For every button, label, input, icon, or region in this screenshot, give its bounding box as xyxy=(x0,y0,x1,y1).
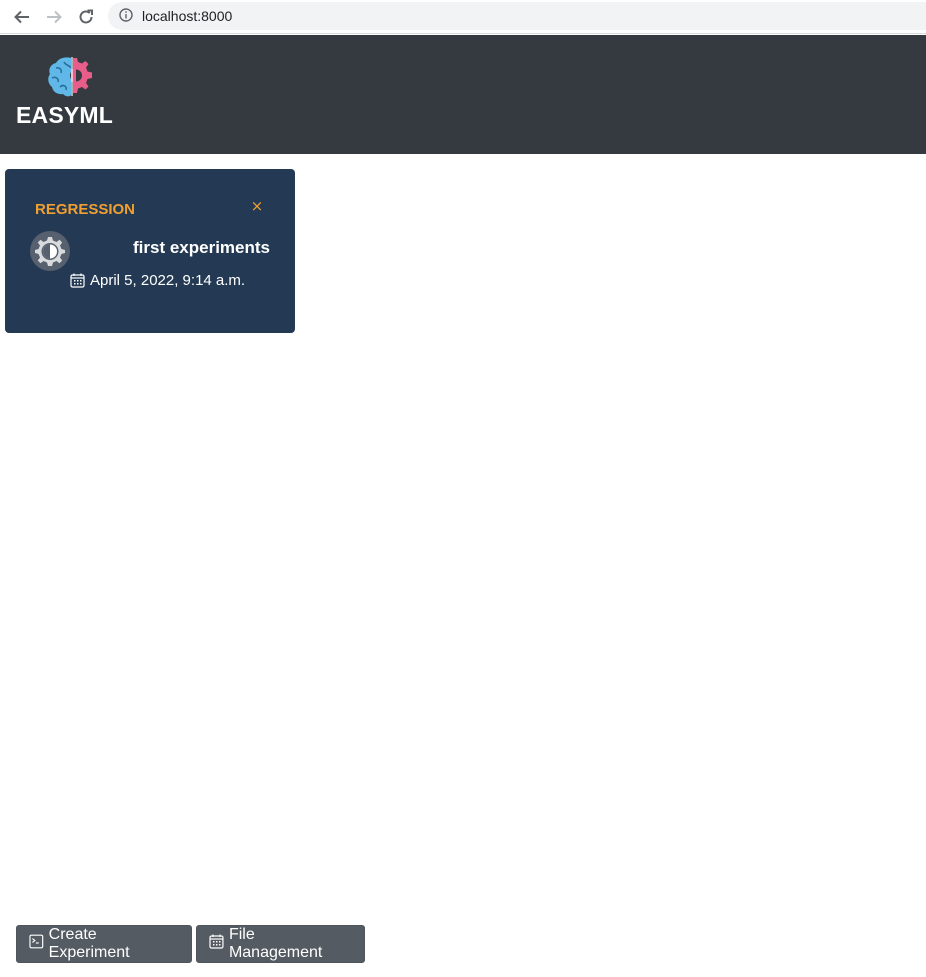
create-experiment-label: Create Experiment xyxy=(48,926,130,961)
forward-arrow-icon xyxy=(47,10,62,24)
experiment-date: April 5, 2022, 9:14 a.m. xyxy=(90,271,246,289)
experiment-date-row: April 5, 2022, 9:14 a.m. xyxy=(70,270,245,290)
app-header: EASYML xyxy=(0,35,926,154)
contrast-gear-icon xyxy=(30,231,70,271)
back-button[interactable] xyxy=(10,5,34,29)
address-bar[interactable]: localhost:8000 xyxy=(108,2,926,30)
url-text: localhost:8000 xyxy=(142,8,233,24)
brand-title[interactable]: EASYML xyxy=(16,102,113,129)
reload-button[interactable] xyxy=(74,5,98,29)
back-arrow-icon xyxy=(14,10,29,24)
create-experiment-button[interactable]: Create Experiment xyxy=(16,925,192,963)
calendar-icon xyxy=(209,934,224,949)
file-management-button[interactable]: File Management xyxy=(196,925,365,963)
terminal-icon xyxy=(29,934,44,948)
info-icon[interactable] xyxy=(119,8,133,22)
experiment-name[interactable]: first experiments xyxy=(133,238,270,258)
brain-gear-logo[interactable] xyxy=(46,54,98,100)
experiment-type: REGRESSION xyxy=(35,201,136,218)
experiment-card[interactable]: REGRESSION × first experiments April 5, … xyxy=(5,169,295,333)
forward-button[interactable] xyxy=(42,5,66,29)
reload-icon xyxy=(79,9,93,24)
browser-toolbar: localhost:8000 xyxy=(0,0,926,34)
calendar-icon xyxy=(70,273,85,288)
file-management-label: File Management xyxy=(228,926,323,961)
delete-experiment-button[interactable]: × xyxy=(250,198,264,214)
